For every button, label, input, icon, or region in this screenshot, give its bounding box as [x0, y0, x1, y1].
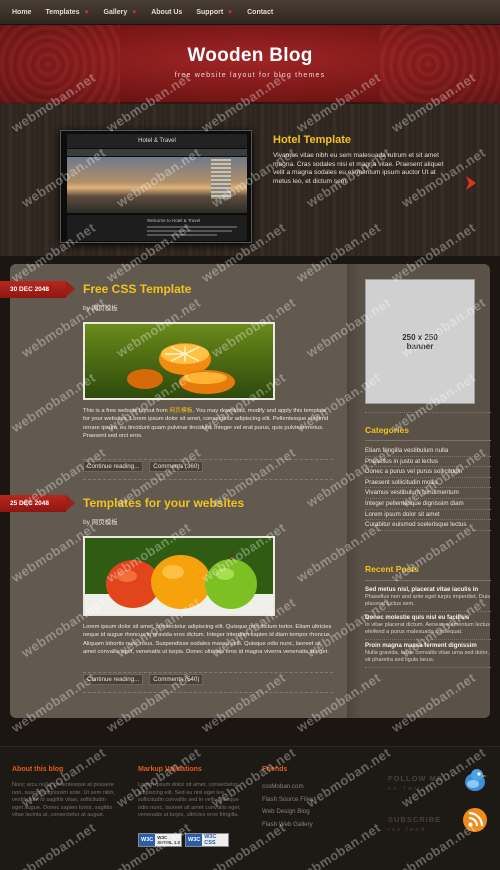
post-excerpt: This is a free website layout from 网页模板.…	[83, 408, 329, 439]
friend-link[interactable]: Flash Source Files	[262, 796, 313, 809]
subscribe-heading[interactable]: SUBSCRIBE	[388, 815, 441, 824]
site-title[interactable]: Wooden Blog	[0, 45, 500, 67]
content-area: 30 DEC 2048 Free CSS Template by 网页模板 Th…	[0, 264, 491, 718]
footer-about-text: Nunc arcu nulla, pellentesque at posuere…	[12, 782, 115, 819]
post-divider	[83, 692, 333, 693]
preview-body: Welcome to Hotel & Travel	[67, 215, 247, 241]
featured-description: Vivamus vitae nibh eu sem malesuada rutr…	[273, 152, 444, 185]
ad-banner[interactable]: 250 x 250 banner	[365, 279, 475, 404]
friend-link[interactable]: cssMoban.com	[262, 783, 313, 796]
site-header: Wooden Blog free website layout for blog…	[0, 25, 500, 104]
sidebar: 250 x 250 banner Categories Etiam fringi…	[348, 264, 491, 718]
main-column: 30 DEC 2048 Free CSS Template by 网页模板 Th…	[0, 264, 348, 718]
friends-list: cssMoban.com Flash Source Files Web Desi…	[262, 783, 313, 833]
categories-list: Etiam fringilla vestibulum nulla Phasell…	[365, 446, 491, 531]
post-author-name[interactable]: 网页模板	[92, 519, 118, 526]
banner-size-label: 250 x 250	[402, 332, 438, 342]
follow-subtext: on Twitter	[388, 786, 436, 792]
w3c-css-label: W3C CSS	[204, 834, 217, 846]
category-link[interactable]: Curabitur euismod scelerisque lectus	[365, 520, 491, 531]
nav-item-home[interactable]: Home	[12, 9, 31, 16]
post-author: by 网页模板	[83, 302, 118, 312]
friend-link[interactable]: Web Design Blog	[262, 808, 313, 821]
categories-heading: Categories	[365, 425, 409, 435]
footer-markup-text: Lorem ipsum dolor sit amet, consectetur …	[138, 782, 241, 819]
preview-building	[211, 159, 231, 199]
category-link[interactable]: Integer pellentesque dignissim diam	[365, 499, 491, 510]
recent-post-item[interactable]: Donec molestie quis nisl eu facilisis In…	[365, 612, 491, 640]
category-link[interactable]: Phasellus in justo at lectus	[365, 457, 491, 468]
recent-post-summary: In vitae placerat dictum. Aenean element…	[365, 622, 490, 635]
w3c-xhtml-badge[interactable]: W3C W3C XHTML 1.0	[138, 833, 182, 847]
recent-post-title[interactable]: Donec molestie quis nisl eu facilisis	[365, 614, 491, 622]
recent-post-summary: Nulla gravida, lacus convallis vitae urn…	[365, 650, 489, 663]
site-footer: About this blog Nunc arcu nulla, pellent…	[0, 746, 500, 870]
next-arrow-icon[interactable]	[462, 174, 480, 192]
post-divider	[83, 479, 333, 480]
nav-item-support[interactable]: Support ▼	[196, 9, 233, 16]
banner-label: banner	[406, 341, 434, 351]
twitter-bird-icon[interactable]	[462, 767, 488, 793]
preview-nav	[67, 149, 247, 156]
post-excerpt: Lorem ipsum dolor sit amet, consectetur …	[83, 624, 332, 655]
preview-caption: Welcome to Hotel & Travel	[147, 218, 201, 223]
recent-post-item[interactable]: Proin magna massa ferment dignissim Null…	[365, 640, 491, 668]
subscribe-subtext: rss feed	[388, 827, 427, 833]
comments-button[interactable]: Comments (360)	[149, 461, 204, 472]
category-link[interactable]: Vivamus vestibulum condimentum	[365, 488, 491, 499]
post-author-prefix: by	[83, 519, 90, 526]
rss-feed-icon[interactable]	[462, 807, 488, 833]
preview-title: Hotel & Travel	[67, 134, 247, 148]
continue-reading-button[interactable]: Continue reading...	[83, 674, 144, 685]
w3c-css-badge[interactable]: W3C W3C CSS	[185, 833, 229, 847]
top-navigation: Home Templates ▼ Gallery ▼ About Us Suppor…	[0, 0, 500, 25]
nav-item-gallery[interactable]: Gallery ▼	[104, 9, 138, 16]
friend-link[interactable]: Flash Web Gallery	[262, 821, 313, 834]
dropdown-arrow-icon: ▼	[227, 9, 234, 16]
post-author-prefix: by	[83, 305, 90, 312]
post-title[interactable]: Templates for your websites	[83, 496, 244, 510]
recent-post-title[interactable]: Proin magna massa ferment dignissim	[365, 642, 491, 650]
sidebar-divider	[365, 412, 491, 413]
dropdown-arrow-icon: ▼	[131, 9, 138, 16]
dropdown-arrow-icon: ▼	[83, 9, 90, 16]
sidebar-divider	[365, 440, 491, 441]
site-tagline: free website layout for blog themes	[174, 72, 326, 79]
recent-posts-heading: Recent Posts	[365, 564, 419, 574]
post-meta-links: Continue reading... Comments (360)	[83, 459, 333, 473]
post-date-badge: 25 DEC 2048	[0, 495, 75, 512]
w3c-xhtml-label: W3C XHTML 1.0	[157, 835, 181, 845]
nav-item-templates[interactable]: Templates ▼	[45, 9, 89, 16]
category-link[interactable]: Praesent sollicitudin mollis	[365, 478, 491, 489]
nav-item-contact[interactable]: Contact	[247, 9, 273, 16]
post-author-name[interactable]: 网页模板	[92, 305, 118, 312]
footer-friends-heading: Friends	[262, 766, 288, 773]
post-date-badge: 30 DEC 2048	[0, 281, 75, 298]
sidebar-divider	[365, 580, 491, 581]
category-link[interactable]: Donec a purus vel purus sollicitudin	[365, 467, 491, 478]
post-meta-links: Continue reading... Comments (540)	[83, 672, 333, 686]
category-link[interactable]: Etiam fringilla vestibulum nulla	[365, 446, 491, 457]
continue-reading-button[interactable]: Continue reading...	[83, 461, 144, 472]
featured-template-preview[interactable]: Hotel & Travel Welcome to Hotel & Travel	[60, 130, 252, 243]
footer-markup-heading: Markup Validations	[138, 766, 202, 773]
post-image-fruits	[83, 536, 275, 616]
post-author: by 网页模板	[83, 516, 118, 526]
featured-slider: Hotel & Travel Welcome to Hotel & Travel…	[0, 104, 500, 256]
post-image-oranges	[83, 322, 275, 400]
comments-button[interactable]: Comments (540)	[149, 674, 204, 685]
footer-about-heading: About this blog	[12, 766, 64, 773]
nav-item-about-us[interactable]: About Us	[151, 9, 182, 16]
featured-title[interactable]: Hotel Template	[273, 134, 351, 146]
post-title[interactable]: Free CSS Template	[83, 282, 191, 296]
follow-heading[interactable]: FOLLOW ME	[388, 774, 443, 783]
recent-posts-list: Sed metus nisl, placerat vitae iaculis i…	[365, 584, 491, 668]
recent-post-summary: Phasellus non and ante eget turpis imper…	[365, 594, 491, 607]
recent-post-item[interactable]: Sed metus nisl, placerat vitae iaculis i…	[365, 584, 491, 612]
category-link[interactable]: Lorem ipsum dolor sit amet	[365, 510, 491, 521]
recent-post-title[interactable]: Sed metus nisl, placerat vitae iaculis i…	[365, 586, 491, 594]
post-inline-link[interactable]: 网页模板	[169, 408, 192, 414]
